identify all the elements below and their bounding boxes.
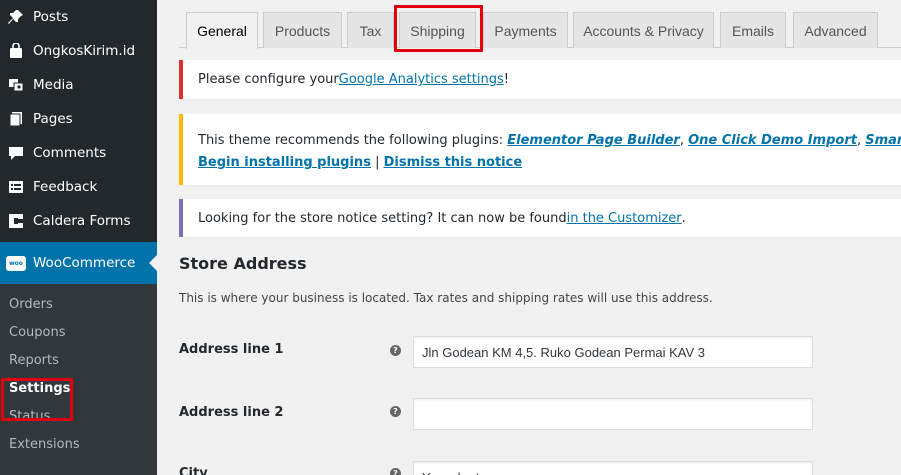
separator: , [856, 133, 866, 148]
address-line-2-input[interactable] [413, 398, 813, 430]
notice-text: This theme recommends the following plug… [198, 133, 508, 148]
submenu-item-settings[interactable]: Settings [0, 374, 157, 402]
plugins-notice-line2: Begin installing plugins | Dismiss this … [198, 155, 901, 170]
notice-text: . [681, 210, 686, 226]
notice-text: Looking for the store notice setting? It… [198, 210, 567, 226]
submenu-item-status[interactable]: Status [0, 402, 157, 430]
menu-caldera-forms[interactable]: Caldera Forms [0, 204, 157, 238]
plugin-link-variation-swatch[interactable]: Smart Variation Swatch [865, 133, 901, 148]
menu-label: Posts [33, 9, 69, 25]
plugin-link-demo-import[interactable]: One Click Demo Import [688, 133, 857, 148]
comments-icon [6, 143, 26, 163]
feedback-icon [6, 177, 26, 197]
menu-media[interactable]: Media [0, 68, 157, 102]
menu-pages[interactable]: Pages [0, 102, 157, 136]
separator: , [679, 133, 689, 148]
menu-label: WooCommerce [33, 255, 136, 271]
notice-text: Please configure your [198, 72, 339, 87]
menu-ongkoskirim[interactable]: OngkosKirim.id [0, 34, 157, 68]
submenu-item-coupons[interactable]: Coupons [0, 318, 157, 346]
menu-posts[interactable]: Posts [0, 0, 157, 34]
separator: | [370, 155, 384, 170]
plugins-notice-line1: This theme recommends the following plug… [198, 133, 901, 148]
menu-label: Media [33, 77, 74, 93]
caldera-icon [6, 211, 26, 231]
menu-label: Feedback [33, 179, 98, 195]
menu-woocommerce[interactable]: woo WooCommerce [0, 242, 157, 284]
submenu-item-orders[interactable]: Orders [0, 290, 157, 318]
address-line-2-label: Address line 2 [179, 405, 284, 420]
woocommerce-logo-icon: woo [6, 255, 26, 271]
store-notice-info: Looking for the store notice setting? It… [179, 199, 901, 237]
settings-tabs: General Products Tax Shipping Payments A… [179, 12, 901, 49]
bag-icon [6, 41, 26, 61]
tab-payments[interactable]: Payments [483, 12, 568, 48]
customizer-link[interactable]: in the Customizer [567, 211, 682, 226]
analytics-notice: Please configure your Google Analytics s… [179, 60, 901, 99]
menu-label: Comments [33, 145, 107, 161]
submenu-item-extensions[interactable]: Extensions [0, 430, 157, 458]
tab-products[interactable]: Products [263, 12, 342, 48]
begin-installing-plugins-link[interactable]: Begin installing plugins [198, 155, 371, 170]
section-title: Store Address [179, 254, 307, 273]
dismiss-notice-link[interactable]: Dismiss this notice [384, 155, 523, 170]
notice-text: ! [503, 72, 509, 87]
tab-shipping[interactable]: Shipping [399, 12, 476, 48]
address-line-1-label: Address line 1 [179, 342, 284, 357]
woocommerce-submenu: Orders Coupons Reports Settings Status E… [0, 284, 157, 475]
google-analytics-settings-link[interactable]: Google Analytics settings [339, 72, 504, 87]
media-icon [6, 75, 26, 95]
help-icon[interactable]: ? [390, 468, 401, 475]
city-label: City [179, 466, 208, 475]
menu-label: Caldera Forms [33, 213, 131, 229]
pages-icon [6, 109, 26, 129]
tab-advanced[interactable]: Advanced [793, 12, 878, 48]
admin-sidebar: Posts OngkosKirim.id Media Pages Comment… [0, 0, 157, 475]
menu-label: OngkosKirim.id [33, 43, 136, 59]
plugins-notice: This theme recommends the following plug… [179, 114, 901, 185]
section-description: This is where your business is located. … [179, 291, 713, 305]
help-icon[interactable]: ? [390, 406, 401, 417]
address-line-1-input[interactable]: Jln Godean KM 4,5. Ruko Godean Permai KA… [413, 336, 813, 368]
pin-icon [6, 7, 26, 27]
menu-comments[interactable]: Comments [0, 136, 157, 170]
tab-tax[interactable]: Tax [347, 12, 394, 48]
plugin-link-elementor[interactable]: Elementor Page Builder [507, 133, 680, 148]
help-icon[interactable]: ? [390, 345, 401, 356]
tab-accounts-privacy[interactable]: Accounts & Privacy [573, 12, 714, 48]
city-input[interactable]: Yogyakarta [413, 461, 813, 475]
submenu-item-reports[interactable]: Reports [0, 346, 157, 374]
tab-emails[interactable]: Emails [720, 12, 786, 48]
menu-feedback[interactable]: Feedback [0, 170, 157, 204]
menu-label: Pages [33, 111, 73, 127]
tab-general[interactable]: General [186, 12, 258, 49]
